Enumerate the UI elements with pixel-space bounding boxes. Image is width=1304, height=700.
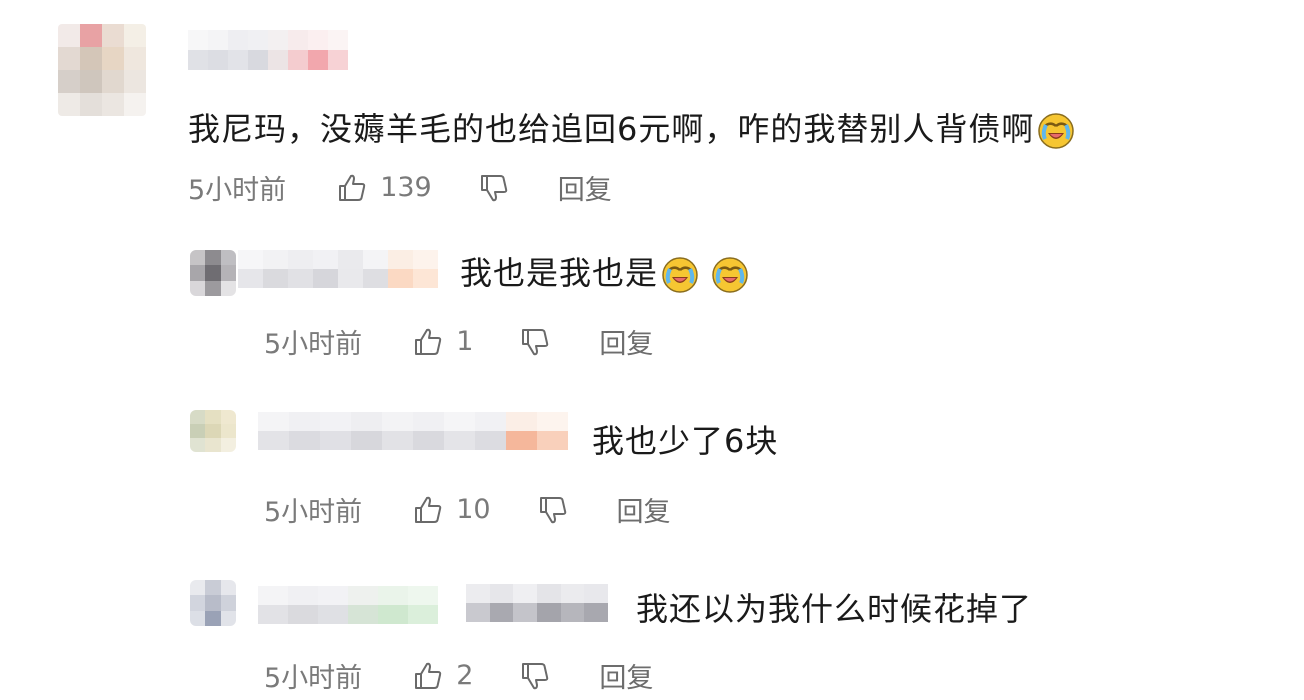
timestamp: 5小时前 [264,497,363,528]
avatar[interactable] [190,410,236,452]
reply-button[interactable]: 回复 [617,490,671,529]
like-count: 1 [456,326,474,357]
avatar[interactable] [190,580,236,626]
timestamp: 5小时前 [264,329,363,360]
timestamp: 5小时前 [264,663,363,694]
thumbs-up-icon[interactable] [412,494,444,526]
username-blurred[interactable] [188,30,348,70]
comment-thread: 我尼玛，没薅羊毛的也给追回6元啊，咋的我替别人背债啊 5小时前 139 回复 我… [0,0,1304,700]
user-badge-blurred [466,584,608,622]
comment-text: 我尼玛，没薅羊毛的也给追回6元啊，咋的我替别人背债啊 [188,104,1076,151]
crying-laughing-emoji-icon [1038,113,1075,149]
reply-button[interactable]: 回复 [558,168,612,207]
reply-text: 我还以为我什么时候花掉了 [636,590,1033,628]
thumbs-down-icon[interactable] [519,660,551,692]
reply-text: 我也少了6块 [592,422,779,460]
reply-button[interactable]: 回复 [599,656,653,695]
comment-meta: 5小时前 139 回复 [188,168,612,207]
like-count: 10 [456,494,491,525]
reply-text: 我也是我也是 [460,248,750,295]
thumbs-down-icon[interactable] [537,494,569,526]
crying-laughing-emoji-icon [712,257,748,293]
like-count: 139 [380,172,432,203]
like-count: 2 [456,660,474,691]
username-blurred[interactable] [258,412,568,450]
reply-meta: 5小时前 1 回复 [264,322,653,361]
reply-button[interactable]: 回复 [599,322,653,361]
reply-meta: 5小时前 2 回复 [264,656,653,695]
timestamp: 5小时前 [188,175,287,206]
thumbs-up-icon[interactable] [412,660,444,692]
thumbs-down-icon[interactable] [519,326,551,358]
crying-laughing-emoji-icon [662,257,698,293]
thumbs-up-icon[interactable] [412,326,444,358]
username-blurred[interactable] [238,250,438,288]
thumbs-down-icon[interactable] [478,172,510,204]
avatar[interactable] [58,24,146,116]
avatar[interactable] [190,250,236,296]
username-blurred[interactable] [258,586,438,624]
reply-meta: 5小时前 10 回复 [264,490,671,529]
thumbs-up-icon[interactable] [336,172,368,204]
